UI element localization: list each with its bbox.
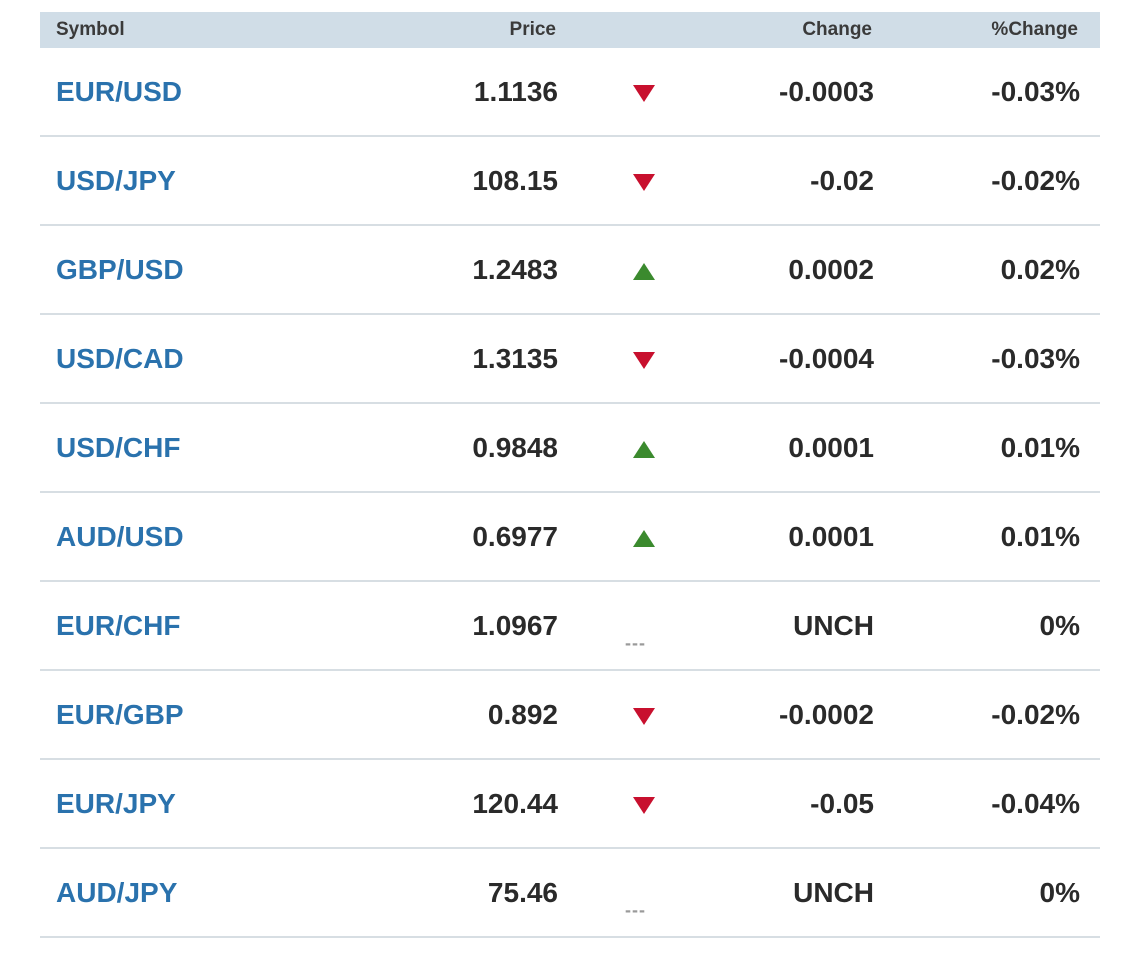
price-value: 0.9848	[472, 432, 558, 463]
arrow-down-icon	[633, 174, 655, 191]
change-value: -0.0004	[779, 343, 874, 374]
price-value: 75.46	[487, 877, 558, 908]
symbol-link[interactable]: USD/CAD	[56, 315, 184, 402]
header-symbol[interactable]: Symbol	[56, 12, 125, 48]
header-price[interactable]: Price	[510, 12, 556, 48]
pct-change-value: -0.04%	[991, 788, 1080, 819]
change-value: UNCH	[793, 877, 874, 908]
direction-indicator	[633, 671, 655, 758]
table-row: USD/CHF 0.9848 0.0001 0.01%	[40, 404, 1100, 493]
table-row: USD/JPY 108.15 -0.02 -0.02%	[40, 137, 1100, 226]
symbol-link[interactable]: EUR/JPY	[56, 760, 176, 847]
change-value: 0.0001	[788, 432, 874, 463]
unchanged-dash-icon: ---	[625, 900, 646, 920]
symbol-link[interactable]: USD/CHF	[56, 404, 180, 491]
pct-change-value: -0.03%	[991, 343, 1080, 374]
change-value: 0.0002	[788, 254, 874, 285]
table-row: EUR/JPY 120.44 -0.05 -0.04%	[40, 760, 1100, 849]
pct-change-value: 0.02%	[1000, 254, 1080, 285]
change-value: -0.0002	[779, 699, 874, 730]
change-value: -0.0003	[779, 76, 874, 107]
symbol-link[interactable]: USD/JPY	[56, 137, 176, 224]
unchanged-dash-icon: ---	[625, 633, 646, 653]
symbol-link[interactable]: EUR/CHF	[56, 582, 180, 669]
arrow-down-icon	[633, 708, 655, 725]
price-value: 120.44	[472, 788, 558, 819]
pct-change-value: -0.02%	[991, 165, 1080, 196]
arrow-down-icon	[633, 352, 655, 369]
symbol-link[interactable]: AUD/USD	[56, 493, 184, 580]
header-pct-change[interactable]: %Change	[991, 12, 1078, 48]
arrow-up-icon	[633, 441, 655, 458]
direction-indicator: ---	[625, 849, 655, 936]
direction-indicator	[633, 760, 655, 847]
price-value: 0.892	[487, 699, 558, 730]
direction-indicator	[633, 48, 655, 135]
price-value: 108.15	[472, 165, 558, 196]
table-row: USD/CAD 1.3135 -0.0004 -0.03%	[40, 315, 1100, 404]
price-value: 1.0967	[472, 610, 558, 641]
direction-indicator	[633, 493, 655, 580]
direction-indicator	[633, 315, 655, 402]
direction-indicator	[633, 226, 655, 313]
table-row: EUR/CHF 1.0967 --- UNCH 0%	[40, 582, 1100, 671]
change-value: UNCH	[793, 610, 874, 641]
table-row: AUD/JPY 75.46 --- UNCH 0%	[40, 849, 1100, 938]
arrow-up-icon	[633, 530, 655, 547]
symbol-link[interactable]: EUR/GBP	[56, 671, 184, 758]
change-value: -0.05	[810, 788, 874, 819]
change-value: -0.02	[810, 165, 874, 196]
change-value: 0.0001	[788, 521, 874, 552]
symbol-link[interactable]: GBP/USD	[56, 226, 184, 313]
table-row: GBP/USD 1.2483 0.0002 0.02%	[40, 226, 1100, 315]
price-value: 1.1136	[473, 76, 558, 107]
price-value: 1.3135	[472, 343, 558, 374]
header-change[interactable]: Change	[802, 12, 872, 48]
direction-indicator	[633, 137, 655, 224]
currency-quote-table: Symbol Price Change %Change EUR/USD 1.11…	[40, 12, 1100, 938]
pct-change-value: 0.01%	[1000, 521, 1080, 552]
table-header: Symbol Price Change %Change	[40, 12, 1100, 48]
pct-change-value: 0.01%	[1000, 432, 1080, 463]
price-value: 1.2483	[472, 254, 558, 285]
pct-change-value: 0%	[1039, 877, 1080, 908]
pct-change-value: -0.03%	[991, 76, 1080, 107]
table-row: AUD/USD 0.6977 0.0001 0.01%	[40, 493, 1100, 582]
arrow-up-icon	[633, 263, 655, 280]
arrow-down-icon	[633, 85, 655, 102]
direction-indicator: ---	[625, 582, 655, 669]
price-value: 0.6977	[472, 521, 558, 552]
table-row: EUR/GBP 0.892 -0.0002 -0.02%	[40, 671, 1100, 760]
pct-change-value: -0.02%	[991, 699, 1080, 730]
arrow-down-icon	[633, 797, 655, 814]
symbol-link[interactable]: AUD/JPY	[56, 849, 177, 936]
pct-change-value: 0%	[1039, 610, 1080, 641]
symbol-link[interactable]: EUR/USD	[56, 48, 182, 135]
direction-indicator	[633, 404, 655, 491]
table-row: EUR/USD 1.1136 -0.0003 -0.03%	[40, 48, 1100, 137]
